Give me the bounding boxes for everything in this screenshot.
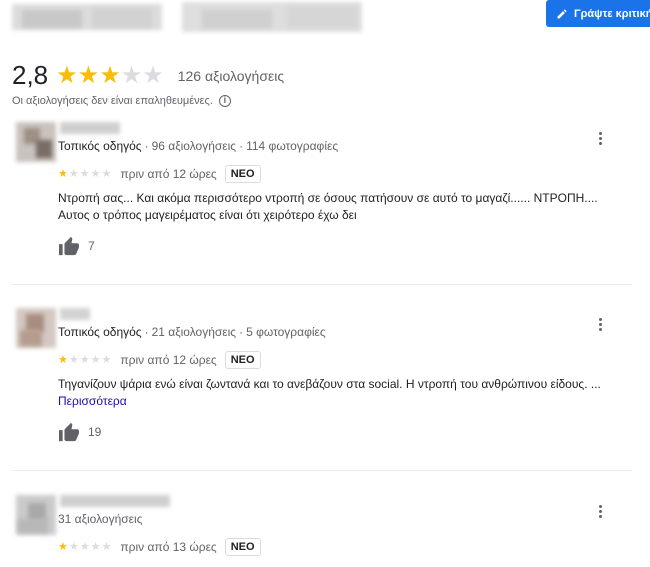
review-card: Τοπικός οδηγός · 21 αξιολογήσεις · 5 φωτογρα… (12, 308, 632, 458)
avatar[interactable] (16, 308, 56, 348)
review-divider (12, 470, 632, 471)
star-icon: ★ (58, 167, 68, 180)
unverified-note-text: Οι αξιολογήσεις δεν είναι επαληθευμένες. (12, 95, 213, 107)
like-row: 19 (58, 422, 101, 442)
place-title-redacted (12, 0, 372, 36)
new-badge: ΝΕΟ (224, 165, 261, 183)
review-stars: ★ ★ ★ ★ ★ (58, 353, 112, 366)
reviewer-name-redacted[interactable] (60, 122, 120, 134)
star-empty-icon: ★ (79, 167, 90, 180)
new-badge: ΝΕΟ (224, 538, 261, 556)
reviewer-photo-count: 114 φωτογραφίες (246, 139, 339, 153)
star-empty-icon: ★ (90, 540, 101, 553)
review-text: Τηγανίζουν ψάρια ενώ είναι ζωντανά και τ… (58, 376, 628, 410)
review-count-link[interactable]: 126 αξιολογήσεις (178, 68, 284, 84)
star-empty-icon: ★ (79, 353, 90, 366)
review-time: πριν από 13 ώρες (120, 540, 217, 554)
review-card: 31 αξιολογήσεις ★ ★ ★ ★ ★ πριν από 13 ώρ… (12, 495, 632, 567)
review-rating-row: ★ ★ ★ ★ ★ πριν από 13 ώρες ΝΕΟ (58, 538, 261, 556)
rating-summary: 2,8 ★ ★ ★ ★ ★ 126 αξιολογήσεις (12, 60, 284, 91)
more-options-icon[interactable] (594, 316, 606, 334)
reviewer-review-count: 21 αξιολογήσεις (151, 325, 237, 339)
reviewer-review-count: 31 αξιολογήσεις (58, 512, 143, 526)
star-empty-icon: ★ (120, 61, 143, 89)
like-row: 7 (58, 236, 95, 256)
local-guide-label: Τοπικός οδηγός (58, 325, 142, 339)
star-empty-icon: ★ (79, 540, 90, 553)
like-count: 7 (88, 239, 95, 253)
avatar[interactable] (16, 122, 56, 162)
write-review-button[interactable]: Γράψτε κριτική (546, 0, 650, 27)
unverified-note: Οι αξιολογήσεις δεν είναι επαληθευμένες.… (12, 95, 231, 107)
reviewer-name-redacted[interactable] (60, 308, 90, 320)
write-review-label: Γράψτε κριτική (574, 7, 650, 20)
new-badge: ΝΕΟ (224, 351, 261, 369)
average-stars: ★ ★ ★ ★ ★ (56, 61, 164, 89)
reviewer-photo-count: 5 φωτογραφίες (246, 325, 326, 339)
star-icon: ★ (58, 353, 68, 366)
star-empty-icon: ★ (90, 353, 101, 366)
star-icon: ★ (58, 540, 68, 553)
star-icon: ★ (77, 61, 100, 89)
more-options-icon[interactable] (594, 503, 606, 521)
review-time: πριν από 12 ώρες (120, 353, 217, 367)
thumbs-up-icon[interactable] (58, 236, 80, 256)
review-text-body: Τηγανίζουν ψάρια ενώ είναι ζωντανά και τ… (58, 377, 601, 391)
reviewer-meta: Τοπικός οδηγός · 96 αξιολογήσεις · 114 φωτογ… (58, 139, 339, 153)
review-rating-row: ★ ★ ★ ★ ★ πριν από 12 ώρες ΝΕΟ (58, 351, 261, 369)
reviewer-meta: Τοπικός οδηγός · 21 αξιολογήσεις · 5 φωτογρα… (58, 325, 326, 339)
star-empty-icon: ★ (68, 353, 79, 366)
review-card: Τοπικός οδηγός · 96 αξιολογήσεις · 114 φωτογ… (12, 122, 632, 272)
star-empty-icon: ★ (101, 167, 112, 180)
more-options-icon[interactable] (594, 130, 606, 148)
reviewer-meta: 31 αξιολογήσεις (58, 512, 142, 526)
review-stars: ★ ★ ★ ★ ★ (58, 167, 112, 180)
star-empty-icon: ★ (68, 540, 79, 553)
pencil-icon (557, 8, 567, 18)
info-icon[interactable]: i (218, 95, 231, 107)
reviewer-review-count: 96 αξιολογήσεις (151, 139, 237, 153)
reviewer-name-redacted[interactable] (60, 495, 170, 507)
local-guide-label: Τοπικός οδηγός (58, 139, 142, 153)
more-link[interactable]: Περισσότερα (58, 393, 628, 410)
star-empty-icon: ★ (101, 353, 112, 366)
review-stars: ★ ★ ★ ★ ★ (58, 540, 112, 553)
avatar[interactable] (16, 495, 56, 535)
review-divider (12, 284, 632, 285)
review-text: Ντροπή σας... Και ακόμα περισσότερο ντρο… (58, 191, 598, 222)
star-empty-icon: ★ (101, 540, 112, 553)
star-empty-icon: ★ (68, 167, 79, 180)
review-rating-row: ★ ★ ★ ★ ★ πριν από 12 ώρες ΝΕΟ (58, 165, 261, 183)
star-icon: ★ (56, 61, 78, 89)
thumbs-up-icon[interactable] (58, 422, 80, 442)
like-count: 19 (88, 425, 102, 439)
star-icon: ★ (99, 61, 121, 89)
review-time: πριν από 12 ώρες (120, 167, 217, 181)
star-empty-icon: ★ (142, 61, 164, 89)
star-empty-icon: ★ (90, 167, 101, 180)
average-rating: 2,8 (12, 60, 49, 90)
